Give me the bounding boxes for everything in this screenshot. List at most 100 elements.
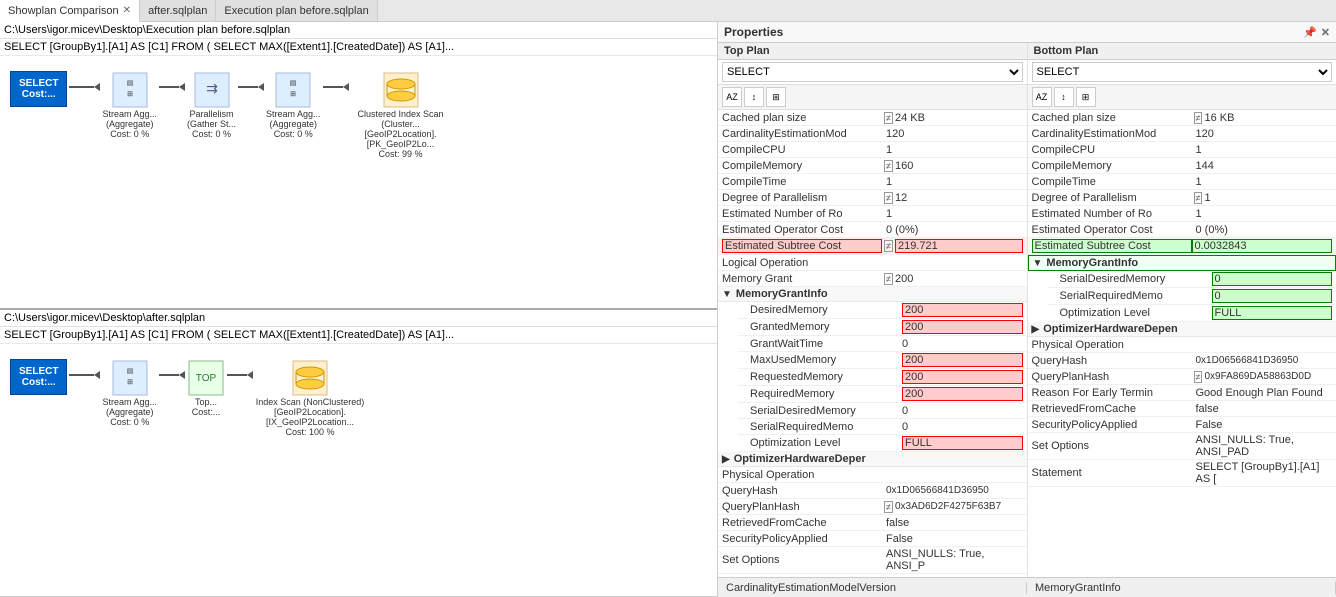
pin-icon[interactable]: 📌 [1303, 26, 1317, 39]
properties-title: Properties [724, 25, 783, 39]
optimizer-hardware-header-top[interactable]: ▶ OptimizerHardwareDeper [718, 452, 1027, 467]
top-plan-canvas: SELECT Cost:... ▤ [0, 56, 717, 308]
prop-row-est-operator-top: Estimated Operator Cost 0 (0%) [718, 222, 1027, 238]
prop-row-cached-size-bottom: Cached plan size ≠ 16 KB [1028, 110, 1336, 126]
node-top-bottom[interactable]: TOP Top... Cost:... [187, 359, 225, 417]
status-right: MemoryGrantInfo [1027, 582, 1336, 594]
optimizer-hw-label-bottom: OptimizerHardwareDepen [1043, 323, 1177, 335]
stream-agg-icon: ▤ ⊞ [111, 71, 149, 109]
tab-after[interactable]: after.sqlplan [140, 0, 216, 21]
svg-text:▤: ▤ [126, 368, 133, 375]
prop-row-logical-op-top: Logical Operation [718, 255, 1027, 271]
node-parallelism-top[interactable]: ⇉ Parallelism (Gather St... Cost: 0 % [187, 71, 236, 139]
bottom-plan-select[interactable]: SELECT [1032, 62, 1333, 82]
memory-grant-rows-top: DesiredMemory 200 GrantedMemory 200 Gran… [718, 302, 1027, 452]
prop-row-compilecpu-top: CompileCPU 1 [718, 142, 1027, 158]
props-split: Top Plan SELECT AZ ↕ ⊞ Cached plan size … [718, 43, 1336, 577]
node-stream-agg-top[interactable]: ▤ ⊞ Stream Agg... (Aggregate) Cost: 0 % [102, 71, 157, 139]
top-plan-section: C:\Users\igor.micev\Desktop\Execution pl… [0, 22, 717, 310]
svg-text:⇉: ⇉ [206, 80, 218, 96]
node-stream-agg2-top[interactable]: ▤ ⊞ Stream Agg... (Aggregate) Cost: 0 % [266, 71, 321, 139]
select-label-bottom: SELECT [19, 366, 58, 377]
ne-indicator: ≠ [884, 160, 893, 172]
prop-query-plan-hash-top: QueryPlanHash ≠ 0x3AD6D2F4275F63B7 [718, 499, 1027, 515]
bottom-plan-label: Bottom Plan [1028, 43, 1336, 60]
prop-grant-wait-top: GrantWaitTime 0 [738, 336, 1027, 352]
bottom-plan-column: Bottom Plan SELECT AZ ↕ ⊞ Cached plan si… [1028, 43, 1336, 577]
prop-set-options-top: Set Options ANSI_NULLS: True, ANSI_P [718, 547, 1027, 574]
expand-btn-bottom[interactable]: ⊞ [1076, 87, 1096, 107]
prop-query-hash-bottom: QueryHash 0x1D06566841D36950 [1028, 353, 1336, 369]
stream-agg-bottom-icon: ▤ ⊞ [111, 359, 149, 397]
prop-serial-required-bottom: SerialRequiredMemo 0 [1048, 288, 1336, 305]
prop-row-compilecpu-bottom: CompileCPU 1 [1028, 142, 1336, 158]
ne-indicator: ≠ [1194, 371, 1203, 383]
prop-security-bottom: SecurityPolicyApplied False [1028, 417, 1336, 433]
bottom-plan-section: C:\Users\igor.micev\Desktop\after.sqlpla… [0, 310, 717, 597]
left-panel: C:\Users\igor.micev\Desktop\Execution pl… [0, 22, 718, 597]
status-left: CardinalityEstimationModelVersion [718, 582, 1027, 594]
optimizer-hardware-header-bottom[interactable]: ▶ OptimizerHardwareDepen [1028, 322, 1336, 337]
prop-serial-desired-top: SerialDesiredMemory 0 [738, 403, 1027, 419]
tab-showplan-close[interactable]: ✕ [123, 5, 131, 16]
top-plan-query: SELECT [GroupBy1].[A1] AS [C1] FROM ( SE… [0, 39, 717, 56]
tab-showplan[interactable]: Showplan Comparison ✕ [0, 0, 140, 22]
node-stream-agg-bottom[interactable]: ▤ ⊞ Stream Agg... (Aggregate) Cost: 0 % [102, 359, 157, 427]
memory-grant-rows-bottom: SerialDesiredMemory 0 SerialRequiredMemo… [1028, 271, 1336, 322]
prop-physical-op-top: Physical Operation [718, 467, 1027, 483]
prop-row-est-rows-top: Estimated Number of Ro 1 [718, 206, 1027, 222]
sort-za-btn-top[interactable]: ↕ [744, 87, 764, 107]
ne-indicator: ≠ [884, 112, 893, 124]
expand-icon: ▶ [1032, 324, 1040, 335]
top-plan-select[interactable]: SELECT [722, 62, 1023, 82]
ne-indicator: ≠ [884, 240, 893, 252]
bottom-plan-toolbar: AZ ↕ ⊞ [1028, 85, 1336, 110]
prop-serial-required-top: SerialRequiredMemo 0 [738, 419, 1027, 435]
expand-icon: ▼ [1033, 258, 1043, 269]
tab-showplan-label: Showplan Comparison [8, 5, 119, 17]
prop-row-compilemem-bottom: CompileMemory 144 [1028, 158, 1336, 174]
tab-before[interactable]: Execution plan before.sqlplan [216, 0, 377, 21]
prop-row-compiletime-bottom: CompileTime 1 [1028, 174, 1336, 190]
prop-row-est-subtree-bottom: Estimated Subtree Cost 0.0032843 [1028, 238, 1336, 255]
svg-text:⊞: ⊞ [127, 379, 133, 386]
node-select-bottom[interactable]: SELECT Cost:... [10, 359, 67, 395]
prop-query-hash-top: QueryHash 0x1D06566841D36950 [718, 483, 1027, 499]
content-area: C:\Users\igor.micev\Desktop\Execution pl… [0, 22, 1336, 597]
prop-row-est-operator-bottom: Estimated Operator Cost 0 (0%) [1028, 222, 1336, 238]
svg-text:⊞: ⊞ [290, 91, 296, 98]
sort-az-btn-bottom[interactable]: AZ [1032, 87, 1052, 107]
expand-icon: ▼ [722, 289, 732, 300]
tab-before-label: Execution plan before.sqlplan [224, 5, 368, 17]
svg-text:⊞: ⊞ [127, 91, 133, 98]
select-cost-bottom: Cost:... [19, 377, 58, 388]
node-select-top[interactable]: SELECT Cost:... [10, 71, 67, 107]
bottom-plan-query: SELECT [GroupBy1].[A1] AS [C1] FROM ( SE… [0, 327, 717, 344]
expand-btn-top[interactable]: ⊞ [766, 87, 786, 107]
prop-row-compiletime-top: CompileTime 1 [718, 174, 1027, 190]
node-clustered-scan-top[interactable]: Clustered Index Scan (Cluster... [GeoIP2… [351, 71, 451, 159]
sort-za-btn-bottom[interactable]: ↕ [1054, 87, 1074, 107]
parallelism-icon: ⇉ [193, 71, 231, 109]
bottom-plan-canvas: SELECT Cost:... ▤ [0, 344, 717, 596]
prop-row-parallelism-top: Degree of Parallelism ≠ 12 [718, 190, 1027, 206]
top-plan-column: Top Plan SELECT AZ ↕ ⊞ Cached plan size … [718, 43, 1028, 577]
memory-grant-info-header-bottom[interactable]: ▼ MemoryGrantInfo [1028, 255, 1336, 271]
sort-az-btn-top[interactable]: AZ [722, 87, 742, 107]
prop-row-compilemem-top: CompileMemory ≠ 160 [718, 158, 1027, 174]
prop-row-est-rows-bottom: Estimated Number of Ro 1 [1028, 206, 1336, 222]
prop-row-parallelism-bottom: Degree of Parallelism ≠ 1 [1028, 190, 1336, 206]
prop-query-plan-hash-bottom: QueryPlanHash ≠ 0x9FA869DA58863D0D [1028, 369, 1336, 385]
memory-grant-info-header-top[interactable]: ▼ MemoryGrantInfo [718, 287, 1027, 302]
ne-indicator: ≠ [884, 273, 893, 285]
prop-opt-level-bottom: Optimization Level FULL [1048, 305, 1336, 322]
memory-grant-label-bottom: MemoryGrantInfo [1046, 257, 1138, 269]
optimizer-hw-label-top: OptimizerHardwareDeper [734, 453, 866, 465]
prop-row-memory-grant-top: Memory Grant ≠ 200 [718, 271, 1027, 287]
bottom-plan-path: C:\Users\igor.micev\Desktop\after.sqlpla… [0, 310, 717, 327]
close-icon[interactable]: ✕ [1321, 26, 1330, 39]
bottom-plan-select-row: SELECT [1028, 60, 1336, 85]
svg-text:TOP: TOP [196, 373, 217, 384]
top-plan-prop-list: Cached plan size ≠ 24 KB CardinalityEsti… [718, 110, 1027, 577]
node-index-scan-bottom[interactable]: Index Scan (NonClustered) [GeoIP2Locatio… [255, 359, 365, 437]
